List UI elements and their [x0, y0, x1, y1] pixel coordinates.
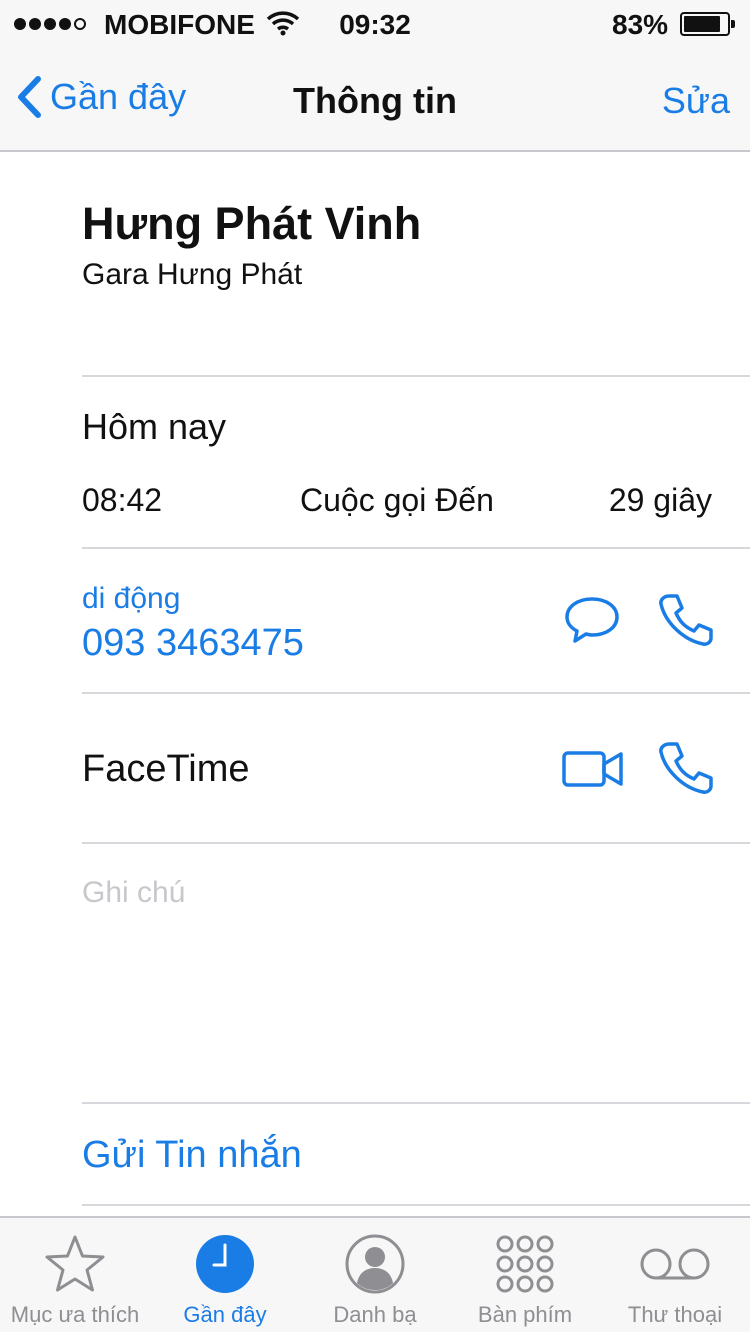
navigation-bar: Gần đây Thông tin Sửa	[0, 50, 750, 152]
phone-icon	[659, 594, 713, 646]
divider	[82, 1204, 750, 1206]
tab-contacts[interactable]: Danh bạ	[300, 1218, 450, 1332]
call-duration: 29 giây	[608, 482, 712, 518]
tab-keypad[interactable]: Bàn phím	[450, 1218, 600, 1332]
back-button-label: Gần đây	[50, 76, 187, 117]
voicemail-icon	[639, 1232, 711, 1296]
message-bubble-icon	[565, 597, 619, 643]
divider	[82, 1102, 750, 1104]
battery-icon	[680, 12, 735, 36]
contact-name: Hưng Phát Vinh	[82, 198, 422, 249]
clock-icon	[194, 1232, 256, 1296]
keypad-icon	[495, 1232, 555, 1296]
phone-number[interactable]: 093 3463475	[82, 622, 304, 665]
chevron-left-icon	[18, 76, 41, 118]
tab-voicemail-label: Thư thoại	[627, 1302, 723, 1327]
tab-voicemail[interactable]: Thư thoại	[600, 1218, 750, 1332]
recent-calls-heading: Hôm nay	[82, 406, 227, 447]
call-time: 08:42	[82, 482, 163, 518]
star-icon	[43, 1232, 107, 1296]
battery-percentage: 83%	[612, 9, 669, 40]
edit-button[interactable]: Sửa	[662, 80, 730, 122]
phone-icon	[659, 742, 713, 794]
send-message-button[interactable]: Gửi Tin nhắn	[82, 1134, 302, 1177]
divider	[82, 547, 750, 549]
facetime-audio-button[interactable]	[652, 738, 718, 798]
facetime-video-button[interactable]	[560, 742, 626, 796]
phone-label: di động	[82, 582, 181, 615]
status-bar: MOBIFONE 09:32 83%	[0, 0, 750, 50]
facetime-label: FaceTime	[82, 748, 250, 790]
divider	[82, 842, 750, 844]
back-button[interactable]: Gần đây	[16, 76, 186, 118]
tab-contacts-label: Danh bạ	[333, 1302, 417, 1327]
tab-bar: Mục ưa thích Gần đây Danh bạ Bàn phím Th…	[0, 1216, 750, 1332]
divider	[82, 375, 750, 377]
contact-company: Gara Hưng Phát	[82, 258, 303, 291]
tab-recents[interactable]: Gần đây	[150, 1218, 300, 1332]
notes-field[interactable]: Ghi chú	[82, 876, 185, 910]
tab-favorites[interactable]: Mục ưa thích	[0, 1218, 150, 1332]
tab-keypad-label: Bàn phím	[477, 1302, 573, 1327]
tab-recents-label: Gần đây	[183, 1302, 267, 1327]
call-button[interactable]	[652, 590, 718, 650]
tab-favorites-label: Mục ưa thích	[10, 1302, 140, 1327]
divider	[82, 692, 750, 694]
call-type: Cuộc gọi Đến	[300, 482, 494, 518]
video-camera-icon	[562, 751, 623, 787]
message-button[interactable]	[560, 592, 624, 648]
contacts-icon	[344, 1232, 406, 1296]
